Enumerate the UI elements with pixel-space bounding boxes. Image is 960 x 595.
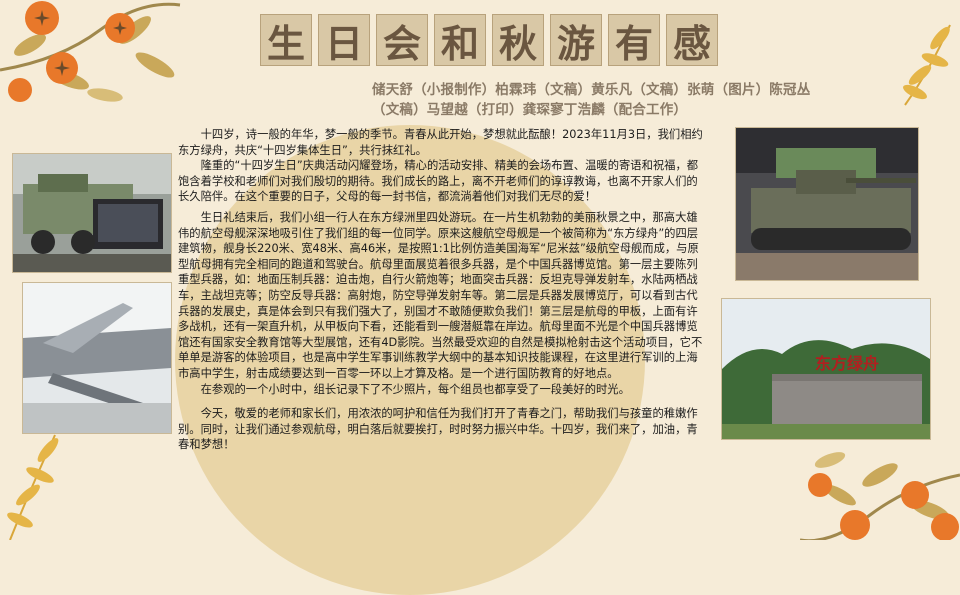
title-char: 感 <box>666 14 718 66</box>
page-title: 生 日 会 和 秋 游 有 感 <box>260 14 718 66</box>
photo-armored-vehicle <box>12 153 172 273</box>
article-paragraph: 今天，敬爱的老师和家长们，用浓浓的呵护和信任为我们打开了青春之门，帮助我们与孩童… <box>178 407 698 452</box>
orange-branch-decoration-bottom-right <box>800 452 960 540</box>
east-green-boat-sign: 东方绿舟 <box>815 354 879 373</box>
title-char: 有 <box>608 14 660 66</box>
leaf-decoration-top-right <box>903 24 951 106</box>
leaf-decoration-bottom-left <box>7 434 59 540</box>
title-char: 生 <box>260 14 312 66</box>
photo-aircraft <box>22 282 172 434</box>
title-char: 秋 <box>492 14 544 66</box>
credits-line: 储天舒（小报制作）柏霖玮（文稿）黄乐凡（文稿）张萌（图片）陈冠丛（文稿）马望越（… <box>372 82 811 118</box>
title-char: 会 <box>376 14 428 66</box>
article-paragraph: 隆重的“十四岁生日”庆典活动闪耀登场，精心的活动安排、精美的会场布置、温暖的寄语… <box>178 159 699 204</box>
article-paragraph: 十四岁，诗一般的年华，梦一般的季节。青春从此开始，梦想就此酝酿！2023年11月… <box>178 128 703 157</box>
title-char: 日 <box>318 14 370 66</box>
title-char: 游 <box>550 14 602 66</box>
article-body: 十四岁，诗一般的年华，梦一般的季节。青春从此开始，梦想就此酝酿！2023年11月… <box>178 127 704 453</box>
title-char: 和 <box>434 14 486 66</box>
orange-branch-decoration-top-left <box>0 1 181 102</box>
article-paragraph: 在参观的一个小时中，组长记录下了不少照片，每个组员也都享受了一段美好的时光。 <box>200 382 630 396</box>
article-paragraph: 生日礼结束后，我们小组一行人在东方绿洲里四处游玩。在一片生机勃勃的美丽秋景之中，… <box>178 210 703 380</box>
photo-tank <box>735 127 919 281</box>
photo-east-green-boat-sign: 东方绿舟 <box>721 298 931 440</box>
